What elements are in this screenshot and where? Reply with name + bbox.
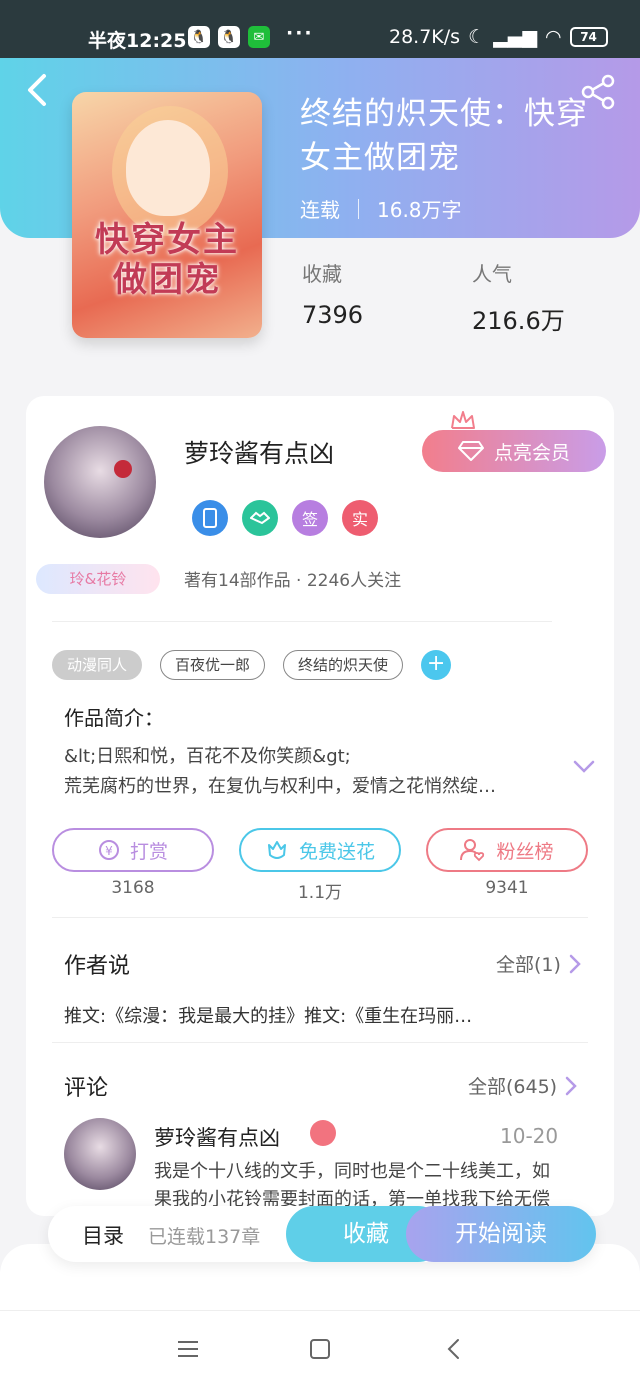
author-say-heading: 作者说 [64, 954, 131, 979]
status-app-icons: 🐧 🐧 ✉ [188, 26, 270, 48]
intro-line-1: &lt;日熙和悦，百花不及你笑颜&gt; [64, 746, 351, 767]
chapter-count: 已连载137章 [148, 1226, 261, 1248]
author-badges: 签 实 [192, 500, 378, 536]
diamond-icon [457, 441, 484, 461]
send-flower-button[interactable]: 免费送花 [239, 828, 401, 872]
intro-text[interactable]: &lt;日熙和悦，百花不及你笑颜&gt; 荒芜腐朽的世界，在复仇与权利中，爱情之… [64, 742, 564, 802]
system-nav-bar [0, 1310, 640, 1387]
handshake-badge-icon [242, 500, 278, 536]
qq-icon: 🐧 [218, 26, 240, 48]
author-avatar[interactable] [44, 426, 156, 538]
tag-item[interactable]: 百夜优一郎 [160, 650, 266, 680]
chevron-down-icon[interactable] [572, 756, 596, 776]
favorites-value: 7396 [302, 301, 364, 329]
author-stats: 著有14部作品 · 2246人关注 [184, 571, 402, 591]
home-icon[interactable] [306, 1335, 334, 1363]
vip-button-label: 点亮会员 [493, 441, 570, 464]
tip-label: 打赏 [129, 840, 168, 863]
start-reading-button[interactable]: 开始阅读 [406, 1206, 596, 1262]
toc-button[interactable]: 目录 [82, 1220, 124, 1250]
chevron-right-icon [565, 1076, 577, 1095]
more-notifications-icon: ··· [286, 22, 314, 44]
popularity-label: 人气 [472, 262, 512, 286]
author-name[interactable]: 萝玲酱有点凶 [184, 434, 334, 470]
author-say-more-label: 全部(1) [496, 954, 561, 976]
detail-card: 玲&花铃 萝玲酱有点凶 点亮会员 签 实 著有14部作品 · 2246人关注 动… [26, 396, 614, 1216]
bottom-action-bar: 目录 已连载137章 收藏 开始阅读 [48, 1206, 596, 1262]
flower-icon [267, 841, 286, 859]
tag-item[interactable]: 终结的炽天使 [283, 650, 404, 680]
yen-icon: ¥ [98, 840, 119, 860]
book-cover[interactable]: 快穿女主做团宠 [72, 92, 262, 338]
signal-icon: ▂▄▆ [493, 26, 537, 48]
comments-more-label: 全部(645) [468, 1076, 558, 1098]
comment-author-name[interactable]: 萝玲酱有点凶 [154, 1122, 280, 1152]
fan-rank-button[interactable]: 粉丝榜 [426, 828, 588, 872]
wechat-icon: ✉ [248, 26, 270, 48]
divider [52, 1042, 588, 1043]
vip-button[interactable]: 点亮会员 [422, 430, 606, 472]
author-say-more[interactable]: 全部(1) [496, 950, 581, 977]
add-tag-button[interactable]: + [421, 650, 452, 680]
tip-count: 3168 [111, 878, 155, 898]
cover-title-art: 快穿女主做团宠 [95, 220, 239, 300]
qq-icon: 🐧 [188, 26, 210, 48]
back-icon[interactable] [440, 1335, 468, 1363]
intro-heading: 作品简介： [64, 706, 164, 730]
fan-rank-label: 粉丝榜 [496, 840, 554, 863]
intro-line-2: 荒芜腐朽的世界，在复仇与权利中，爱情之花悄然绽… [64, 776, 496, 797]
user-heart-icon [460, 839, 485, 862]
status-time: 半夜12:25 [88, 30, 187, 52]
book-title: 终结的炽天使：快穿女主做团宠 [300, 96, 588, 176]
battery-icon: 74 [569, 27, 608, 47]
author-say-text[interactable]: 推文:《综漫：我是最大的挂》推文:《重生在玛丽… [64, 1002, 472, 1028]
tip-button[interactable]: ¥ 打赏 [52, 828, 214, 872]
tag-list: 动漫同人 百夜优一郎 终结的炽天使 + [52, 650, 452, 680]
vip-diamond-icon [310, 1120, 336, 1146]
book-meta: 连载 16.8万字 [300, 194, 462, 223]
comment-date: 10-20 [500, 1124, 559, 1148]
tag-item[interactable]: 动漫同人 [52, 650, 143, 680]
favorites-stat: 收藏 7396 [302, 258, 363, 329]
wifi-icon: ◠ [544, 26, 562, 48]
comment-avatar[interactable] [64, 1118, 136, 1190]
crown-icon [451, 411, 475, 429]
comments-more[interactable]: 全部(645) [468, 1072, 577, 1099]
signed-badge: 签 [292, 500, 328, 536]
avatar-flower [114, 460, 132, 478]
status-right: 28.7K/s ☾ ▂▄▆ ◠ 74 [389, 26, 608, 48]
fan-rank-count: 9341 [485, 878, 529, 898]
popularity-value: 216.6万 [472, 307, 565, 335]
net-speed: 28.7K/s [389, 26, 461, 48]
svg-text:¥: ¥ [105, 844, 113, 858]
meta-divider [358, 198, 359, 219]
favorites-label: 收藏 [302, 262, 342, 286]
divider [52, 621, 552, 622]
book-status: 连载 [300, 198, 340, 222]
comments-heading: 评论 [64, 1076, 109, 1101]
book-word-count: 16.8万字 [377, 198, 462, 222]
send-flower-label: 免费送花 [298, 840, 375, 863]
cover-art-face [126, 120, 210, 216]
flower-count: 1.1万 [297, 883, 343, 903]
back-arrow-icon[interactable] [22, 72, 52, 108]
status-bar: 半夜12:25 🐧 🐧 ✉ ··· 28.7K/s ☾ ▂▄▆ ◠ 74 [0, 0, 640, 58]
chevron-right-icon [569, 954, 581, 973]
divider [52, 917, 588, 918]
menu-icon[interactable] [174, 1335, 202, 1363]
popularity-stat: 人气 216.6万 [472, 258, 565, 336]
verified-badge: 实 [342, 500, 378, 536]
phone-badge-icon [192, 500, 228, 536]
fan-badge: 玲&花铃 [36, 564, 160, 594]
moon-icon: ☾ [468, 26, 486, 48]
